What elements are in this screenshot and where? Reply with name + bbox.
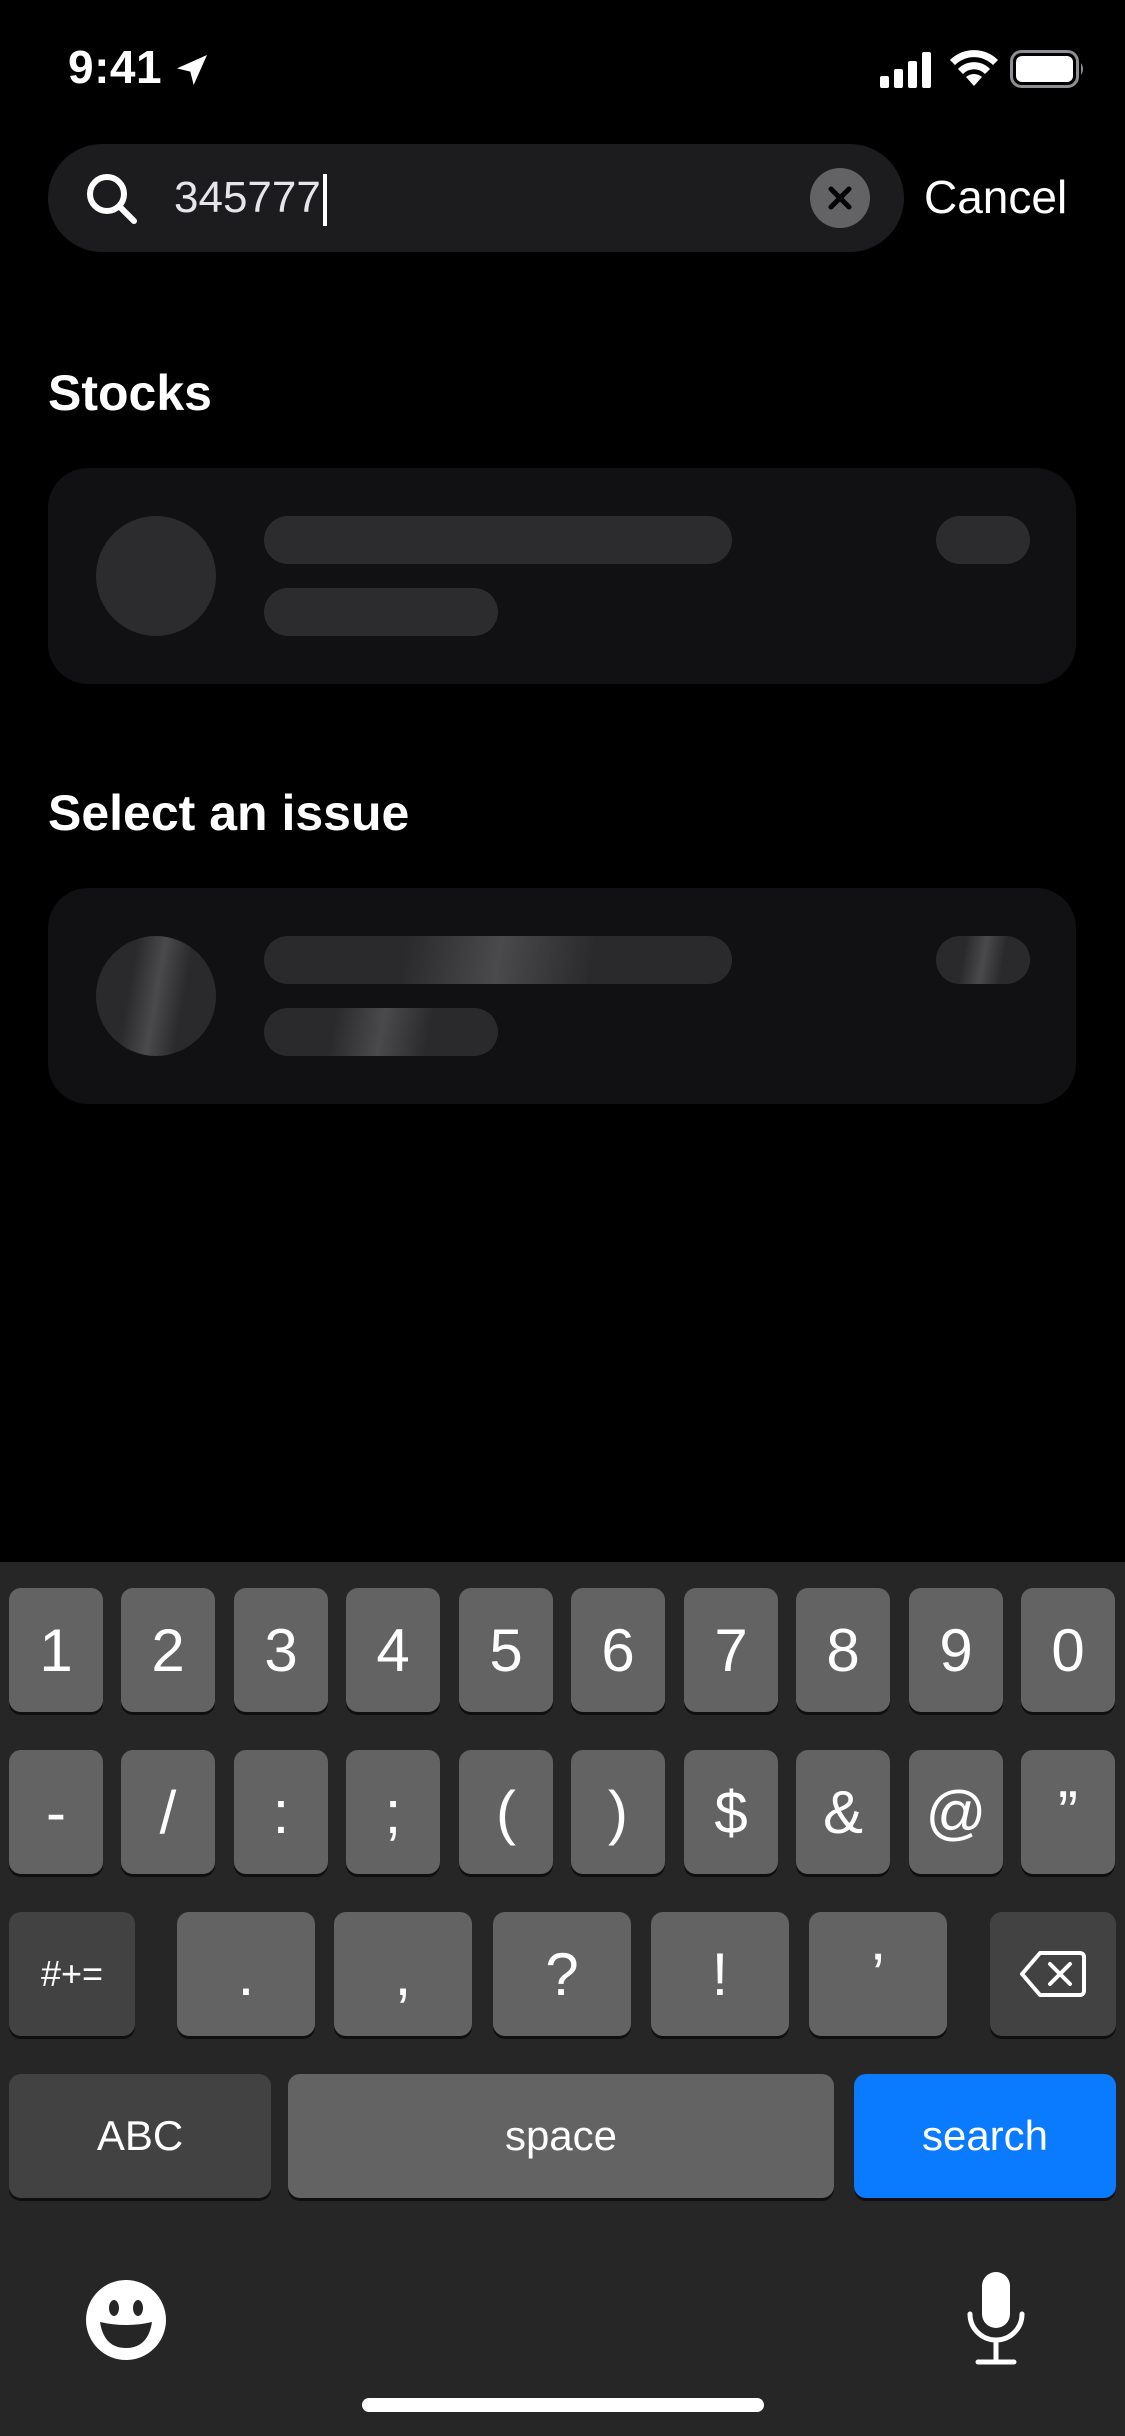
key-2[interactable]: 2	[121, 1588, 215, 1712]
key-search[interactable]: search	[854, 2074, 1116, 2198]
clear-search-button[interactable]	[810, 168, 870, 228]
location-arrow-icon	[177, 55, 207, 85]
key-open-paren[interactable]: (	[459, 1750, 553, 1874]
skeleton-line	[264, 936, 732, 984]
emoji-icon[interactable]	[84, 2278, 168, 2362]
key-8[interactable]: 8	[796, 1588, 890, 1712]
status-bar: 9:41	[0, 0, 1125, 140]
cancel-button[interactable]: Cancel	[924, 170, 1067, 224]
key-question[interactable]: ?	[493, 1912, 631, 2036]
key-5[interactable]: 5	[459, 1588, 553, 1712]
key-at[interactable]: @	[909, 1750, 1003, 1874]
key-colon[interactable]: :	[234, 1750, 328, 1874]
key-4[interactable]: 4	[346, 1588, 440, 1712]
microphone-icon[interactable]	[964, 2270, 1028, 2370]
skeleton-avatar	[96, 516, 216, 636]
key-0[interactable]: 0	[1021, 1588, 1115, 1712]
battery-icon	[1010, 50, 1083, 88]
key-comma[interactable]: ,	[334, 1912, 472, 2036]
key-1[interactable]: 1	[9, 1588, 103, 1712]
cellular-signal-icon	[880, 52, 931, 88]
issue-loading-card	[48, 888, 1076, 1104]
key-3[interactable]: 3	[234, 1588, 328, 1712]
key-hyphen[interactable]: -	[9, 1750, 103, 1874]
backspace-icon	[1020, 1951, 1086, 1997]
key-period[interactable]: .	[177, 1912, 315, 2036]
search-icon	[87, 174, 137, 224]
skeleton-avatar	[96, 936, 216, 1056]
section-title-stocks: Stocks	[48, 365, 212, 421]
key-semicolon[interactable]: ;	[346, 1750, 440, 1874]
text-caret	[322, 174, 327, 227]
skeleton-line	[264, 516, 732, 564]
skeleton-pill	[936, 936, 1030, 984]
key-abc[interactable]: ABC	[9, 2074, 271, 2198]
status-time: 9:41	[68, 41, 163, 93]
search-query: 345777	[174, 173, 321, 222]
wifi-icon	[950, 50, 998, 86]
skeleton-line	[264, 588, 498, 636]
section-title-select-issue: Select an issue	[48, 785, 410, 841]
skeleton-line	[264, 1008, 498, 1056]
key-slash[interactable]: /	[121, 1750, 215, 1874]
search-input[interactable]: 345777	[174, 171, 327, 227]
key-7[interactable]: 7	[684, 1588, 778, 1712]
key-ampersand[interactable]: &	[796, 1750, 890, 1874]
key-space[interactable]: space	[288, 2074, 834, 2198]
skeleton-pill	[936, 516, 1030, 564]
keyboard: 1 2 3 4 5 6 7 8 9 0 - / : ; ( ) $ & @ ” …	[0, 1562, 1125, 2436]
key-6[interactable]: 6	[571, 1588, 665, 1712]
key-double-quote[interactable]: ”	[1021, 1750, 1115, 1874]
key-exclamation[interactable]: !	[651, 1912, 789, 2036]
stocks-loading-card	[48, 468, 1076, 684]
key-9[interactable]: 9	[909, 1588, 1003, 1712]
delete-button[interactable]	[990, 1912, 1116, 2036]
search-field[interactable]: 345777	[48, 144, 904, 252]
home-indicator[interactable]	[362, 2398, 764, 2412]
close-icon	[828, 186, 852, 210]
key-close-paren[interactable]: )	[571, 1750, 665, 1874]
key-dollar[interactable]: $	[684, 1750, 778, 1874]
key-more-symbols[interactable]: #+=	[9, 1912, 135, 2036]
key-apostrophe[interactable]: ’	[809, 1912, 947, 2036]
